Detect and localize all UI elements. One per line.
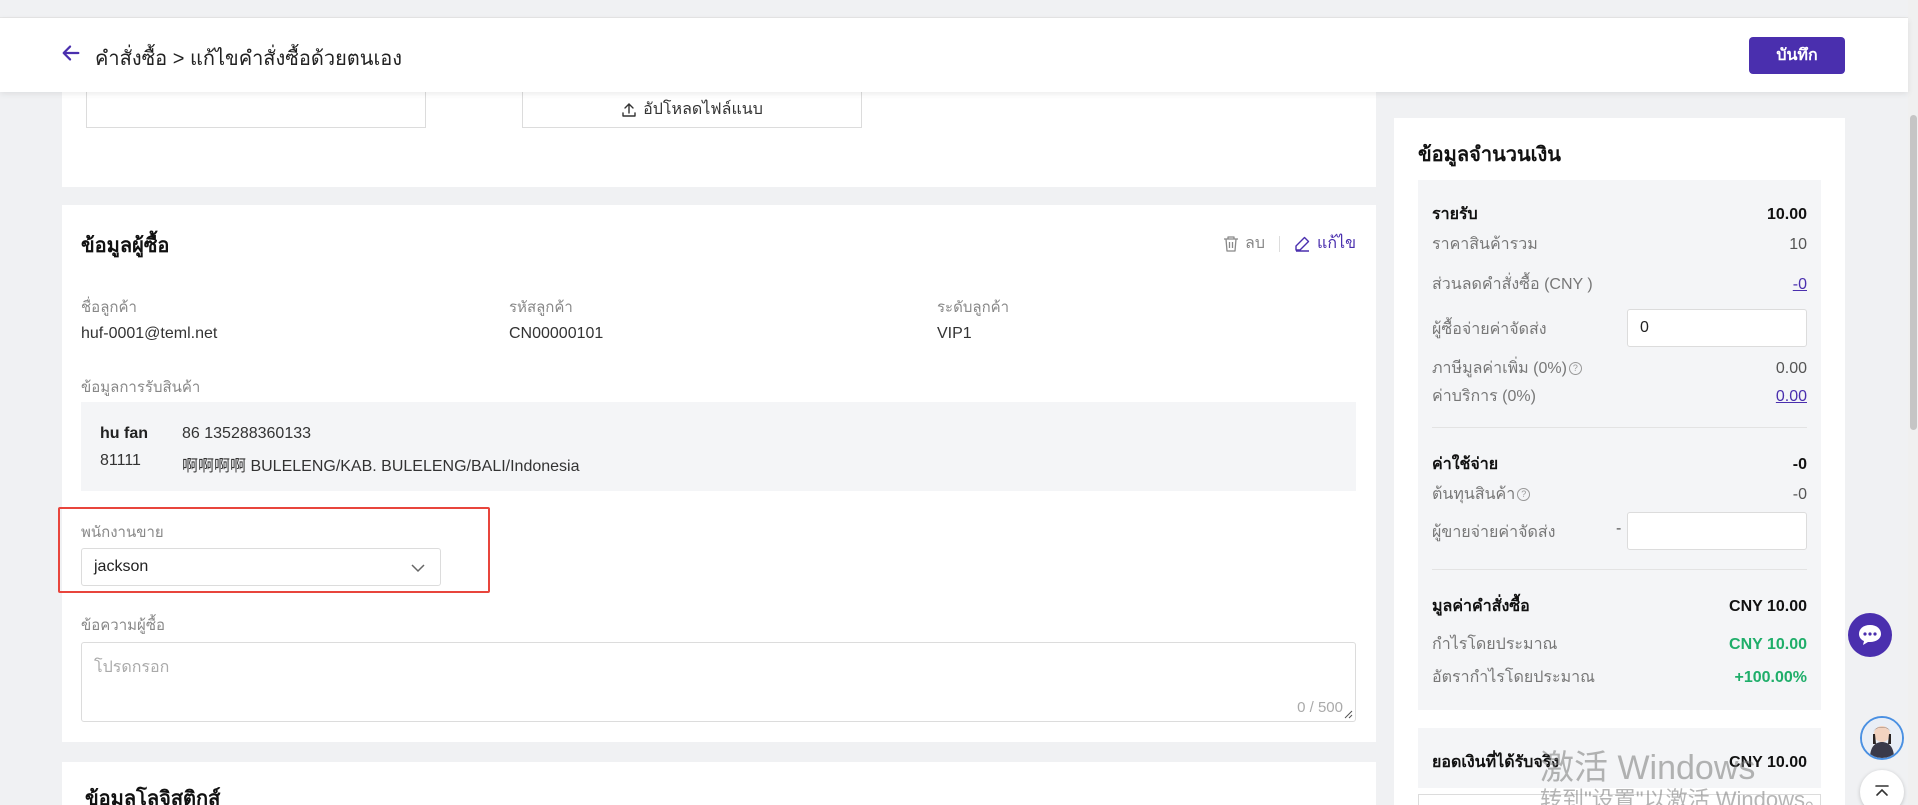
chat-icon (1859, 625, 1881, 645)
salesperson-value: jackson (94, 558, 149, 575)
amount-info-card: ข้อมูลจำนวนเงิน รายรับ 10.00 ราคาสินค้าร… (1394, 118, 1845, 805)
buyer-message-input[interactable]: โปรดกรอก 0 / 500 (81, 642, 1356, 722)
order-value: CNY 10.00 (1729, 597, 1807, 615)
customer-level-value: VIP1 (937, 325, 972, 342)
buyer-message-placeholder: โปรดกรอก (94, 659, 170, 676)
discount-label: ส่วนลดคำสั่งซื้อ (CNY ) (1432, 276, 1593, 293)
page-header: คำสั่งซื้อ > แก้ไขคำสั่งซื้อด้วยตนเอง บั… (0, 18, 1908, 92)
discount-link[interactable]: -0 (1793, 276, 1807, 294)
address-box: hu fan 86 135288360133 81111 啊啊啊啊 BULELE… (81, 402, 1356, 491)
buyer-message-label: ข้อความผู้ซื้อ (81, 617, 166, 634)
cost-value: -0 (1792, 485, 1807, 503)
edit-buyer-button[interactable]: แก้ไข (1294, 231, 1356, 256)
vat-row: ภาษีมูลค่าเพิ่ม (0%)? 0.00 (1432, 356, 1807, 381)
top-strip (0, 0, 1918, 18)
attachment-field[interactable] (86, 92, 426, 128)
edit-icon (1295, 236, 1310, 252)
recipient-name: hu fan (100, 425, 148, 442)
est-margin-label: อัตรากำไรโดยประมาณ (1432, 669, 1595, 686)
income-value: 10.00 (1766, 205, 1807, 223)
activation-watermark-sub: 转到"设置"以激活 Windows。 (1540, 787, 1827, 805)
buyer-info-title: ข้อมูลผู้ซื้อ (81, 235, 170, 257)
seller-shipping-label: ผู้ขายจ่ายค่าจัดส่ง (1432, 524, 1556, 541)
upload-attachment-button[interactable]: อัปโหลดไฟล์แนบ (522, 92, 862, 128)
buyer-shipping-label: ผู้ซื้อจ่ายค่าจัดส่ง (1432, 321, 1547, 338)
upload-icon (622, 102, 636, 117)
receive-info-label: ข้อมูลการรับสินค้า (81, 379, 201, 396)
breadcrumb: คำสั่งซื้อ > แก้ไขคำสั่งซื้อด้วยตนเอง (95, 48, 403, 70)
delete-label: ลบ (1245, 235, 1266, 252)
buyer-shipping-input[interactable]: 0 (1627, 309, 1807, 347)
avatar-icon (1862, 718, 1902, 758)
arrow-up-icon (1875, 785, 1889, 796)
customer-name-label: ชื่อลูกค้า (81, 299, 137, 316)
delete-buyer-button[interactable]: ลบ (1223, 231, 1265, 256)
help-icon[interactable]: ? (1517, 488, 1531, 502)
seller-shipping-input[interactable] (1627, 512, 1807, 550)
trash-icon (1224, 235, 1239, 252)
edit-label: แก้ไข (1317, 235, 1356, 252)
recipient-phone: 86 135288360133 (182, 425, 312, 442)
income-label: รายรับ (1432, 206, 1478, 223)
logistics-title: ข้อมูลโลจิสติกส์ (85, 788, 221, 805)
divider (1432, 569, 1807, 570)
service-fee-label: ค่าบริการ (0%) (1432, 388, 1536, 405)
postal-code: 81111 (100, 452, 141, 469)
est-margin-value: +100.00% (1734, 668, 1807, 686)
order-value-label: มูลค่าคำสั่งซื้อ (1432, 598, 1530, 615)
amount-summary-box: รายรับ 10.00 ราคาสินค้ารวม 10 ส่วนลดคำสั… (1418, 180, 1821, 710)
support-avatar[interactable] (1860, 716, 1904, 760)
address-text: 啊啊啊啊 BULELENG/KAB. BULELENG/BALI/Indones… (182, 458, 580, 475)
customer-code-label: รหัสลูกค้า (509, 299, 573, 316)
chat-button[interactable] (1848, 613, 1892, 657)
divider (1279, 235, 1281, 252)
amount-info-title: ข้อมูลจำนวนเงิน (1418, 144, 1561, 166)
char-counter: 0 / 500 (1297, 699, 1343, 716)
save-button[interactable]: บันทึก (1749, 37, 1845, 74)
service-fee-row: ค่าบริการ (0%) 0.00 (1432, 384, 1807, 409)
goods-total-value: 10 (1789, 235, 1807, 253)
upload-label: อัปโหลดไฟล์แนบ (643, 101, 763, 118)
order-value-row: มูลค่าคำสั่งซื้อ CNY 10.00 (1432, 594, 1807, 619)
vat-label: ภาษีมูลค่าเพิ่ม (0%) (1432, 360, 1567, 377)
help-icon[interactable]: ? (1568, 362, 1582, 376)
service-fee-link[interactable]: 0.00 (1776, 388, 1807, 406)
expense-row: ค่าใช้จ่าย -0 (1432, 452, 1807, 477)
back-arrow-icon[interactable] (60, 42, 82, 64)
est-margin-row: อัตรากำไรโดยประมาณ +100.00% (1432, 665, 1807, 690)
expense-label: ค่าใช้จ่าย (1432, 456, 1499, 473)
back-to-top-button[interactable] (1860, 770, 1904, 805)
logistics-card: ข้อมูลโลจิสติกส์ (62, 762, 1376, 805)
goods-total-label: ราคาสินค้ารวม (1432, 236, 1538, 253)
income-row: รายรับ 10.00 (1432, 202, 1807, 227)
expense-value: -0 (1792, 455, 1807, 473)
scrollbar-thumb[interactable] (1910, 115, 1917, 430)
est-profit-row: กำไรโดยประมาณ CNY 10.00 (1432, 632, 1807, 657)
cost-row: ต้นทุนสินค้า? -0 (1432, 482, 1807, 507)
customer-level-label: ระดับลูกค้า (937, 299, 1010, 316)
buyer-actions: ลบ แก้ไข (1223, 231, 1356, 256)
salesperson-label: พนักงานขาย (81, 524, 164, 541)
attachment-section: อัปโหลดไฟล์แนบ (62, 92, 1376, 187)
resize-handle-icon[interactable] (1343, 709, 1353, 719)
vat-value: 0.00 (1775, 359, 1807, 377)
discount-row: ส่วนลดคำสั่งซื้อ (CNY ) -0 (1432, 272, 1807, 297)
buyer-info-card: ข้อมูลผู้ซื้อ ลบ แก้ไข ชื่อลูกค้า huf-00… (58, 205, 1376, 742)
salesperson-select[interactable]: jackson (81, 548, 441, 586)
customer-name-value: huf-0001@teml.net (81, 325, 218, 342)
chevron-down-icon (411, 564, 425, 573)
customer-code-value: CN00000101 (509, 325, 604, 342)
est-profit-label: กำไรโดยประมาณ (1432, 636, 1558, 653)
cost-label: ต้นทุนสินค้า (1432, 486, 1516, 503)
est-profit-value: CNY 10.00 (1729, 635, 1807, 653)
goods-total-row: ราคาสินค้ารวม 10 (1432, 232, 1807, 257)
divider (1432, 427, 1807, 428)
seller-shipping-prefix: - (1616, 520, 1622, 537)
